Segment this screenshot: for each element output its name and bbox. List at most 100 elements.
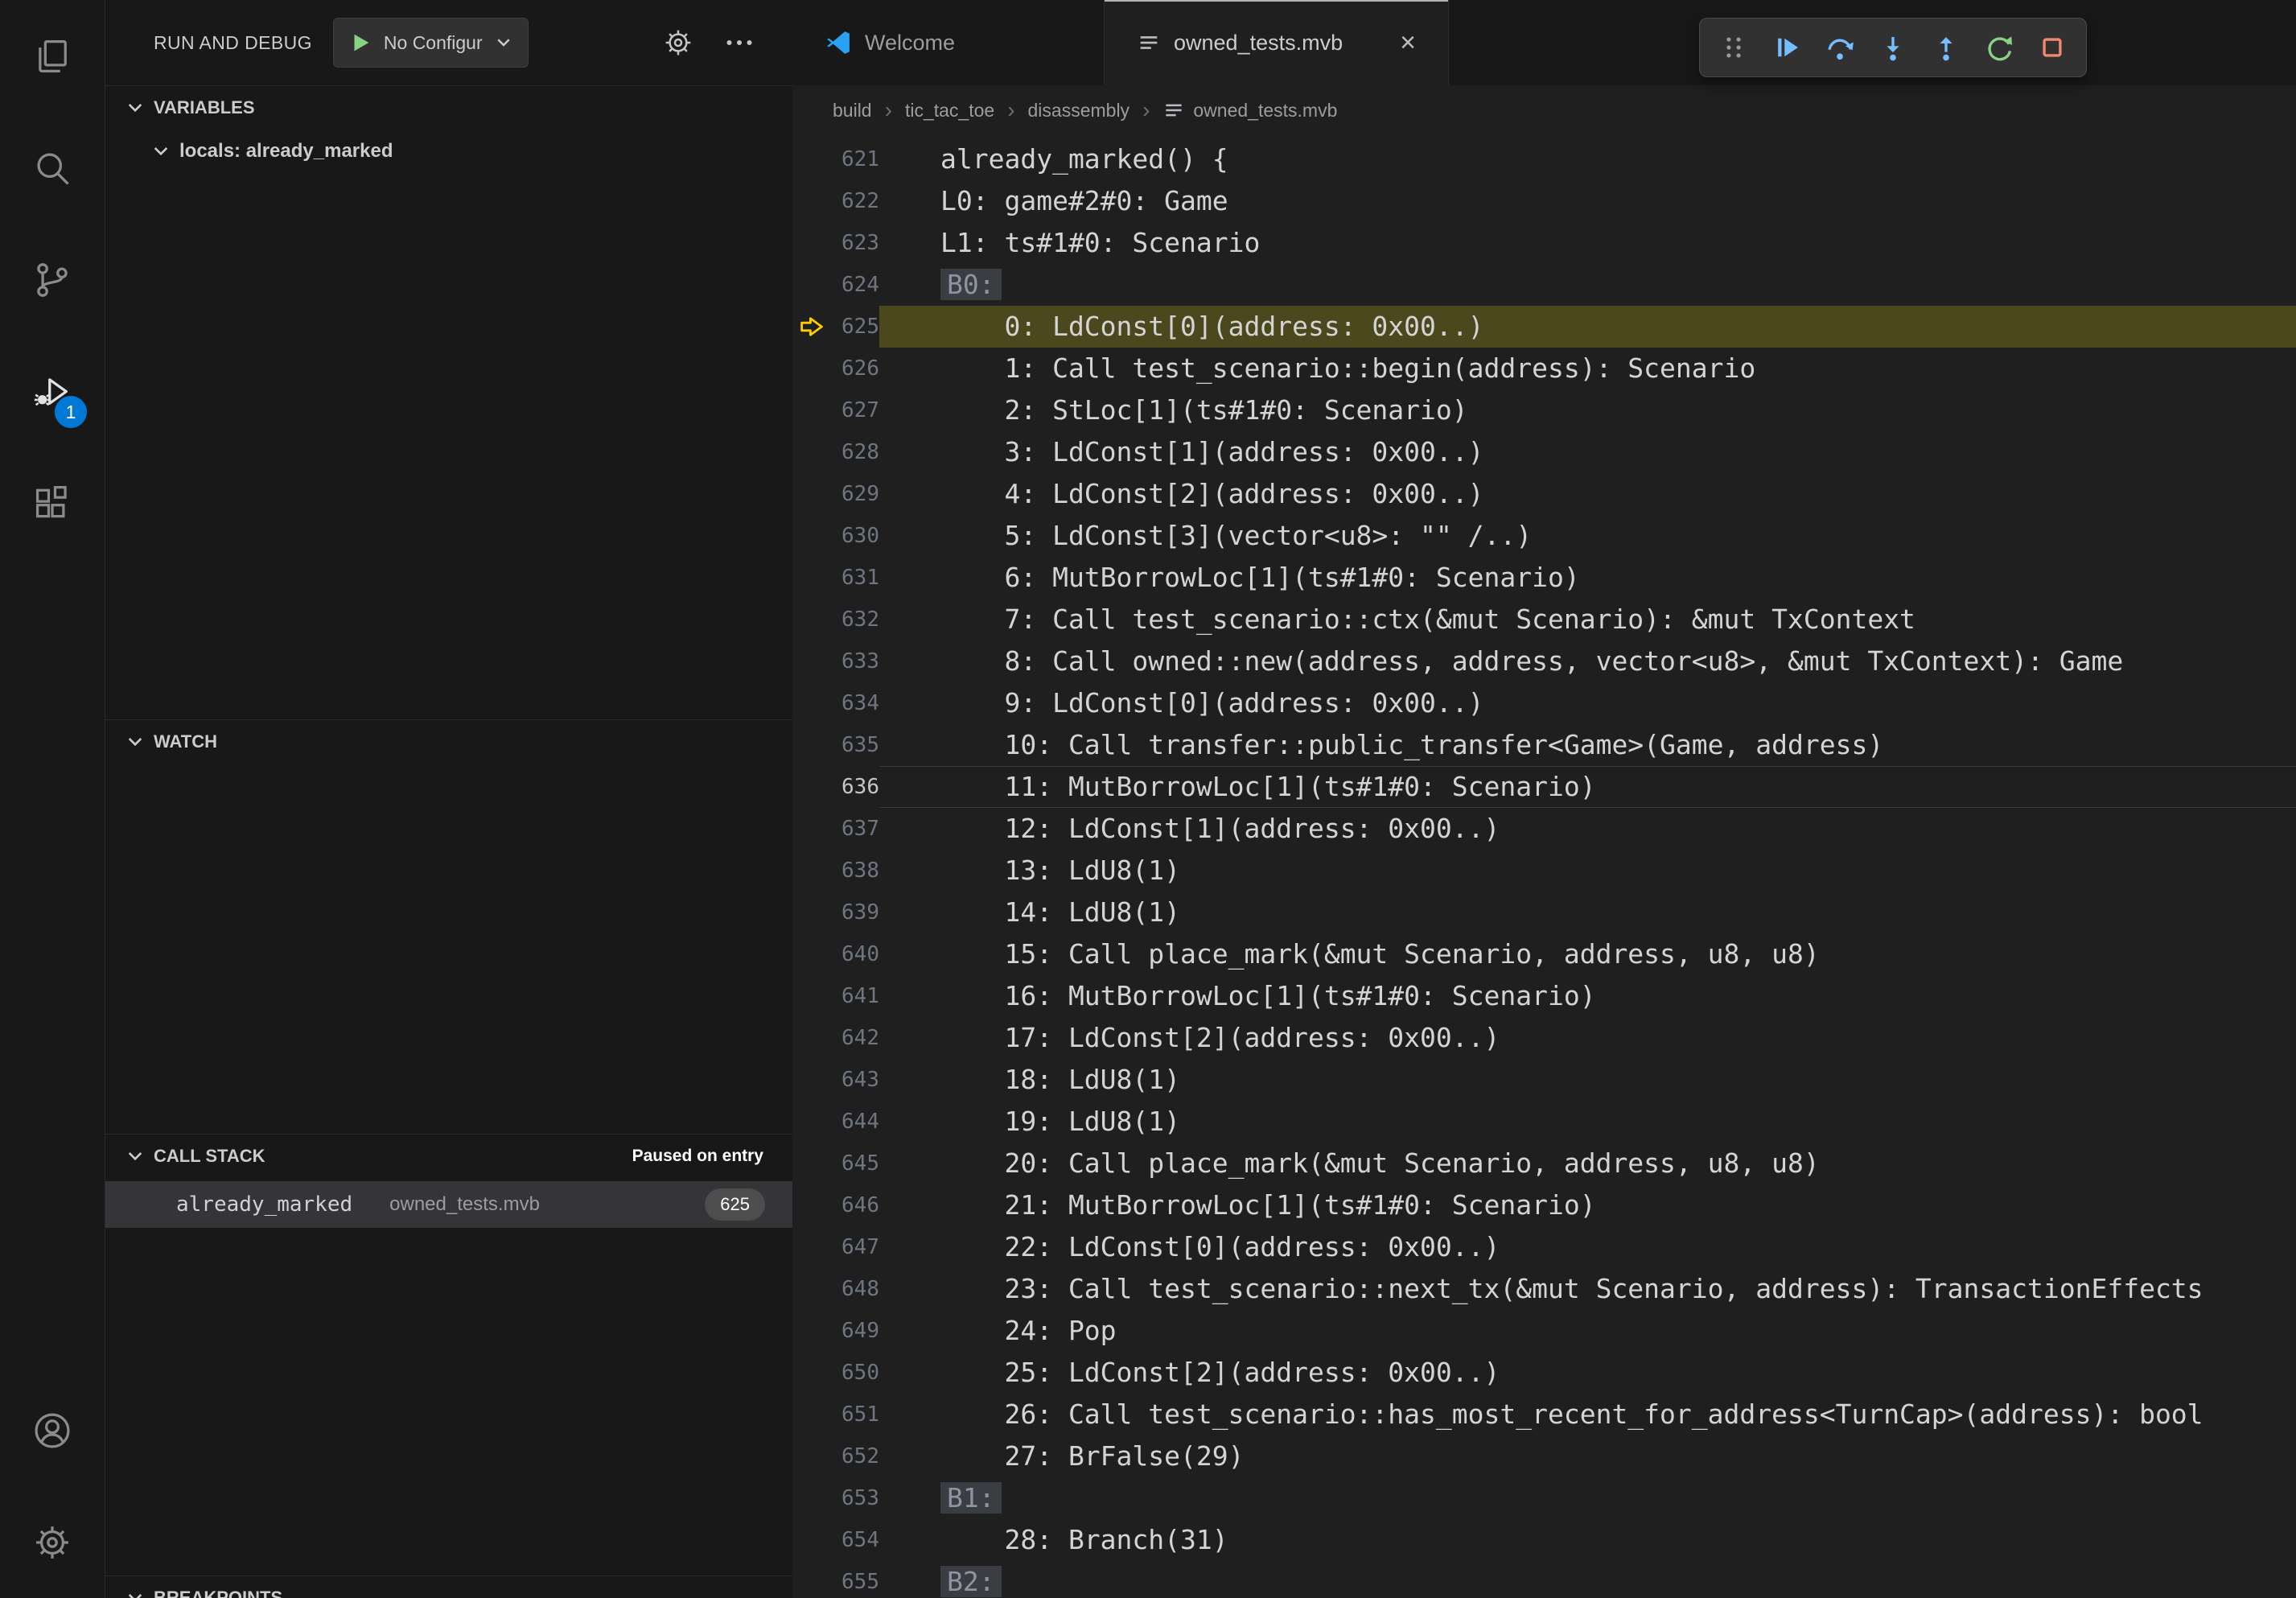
call-stack-section-header[interactable]: CALL STACK Paused on entry: [105, 1135, 792, 1178]
toolbar-drag-handle[interactable]: [1711, 25, 1756, 70]
line-number[interactable]: 652: [828, 1435, 879, 1477]
line-number[interactable]: 625: [828, 306, 879, 348]
code-line[interactable]: 644 19: LdU8(1): [792, 1101, 2296, 1143]
code-line[interactable]: 628 3: LdConst[1](address: 0x00..): [792, 431, 2296, 473]
line-number[interactable]: 650: [828, 1352, 879, 1394]
code-line[interactable]: 647 22: LdConst[0](address: 0x00..): [792, 1226, 2296, 1268]
line-number[interactable]: 642: [828, 1017, 879, 1059]
code-line[interactable]: 629 4: LdConst[2](address: 0x00..): [792, 473, 2296, 515]
line-number[interactable]: 646: [828, 1184, 879, 1226]
breadcrumb-item[interactable]: disassembly: [1028, 100, 1130, 121]
line-number[interactable]: 633: [828, 640, 879, 682]
account-button[interactable]: [0, 1374, 105, 1486]
code-line[interactable]: 653B1:: [792, 1477, 2296, 1519]
line-number[interactable]: 631: [828, 557, 879, 599]
line-number[interactable]: 645: [828, 1143, 879, 1184]
line-number[interactable]: 624: [828, 264, 879, 306]
breadcrumb-item[interactable]: tic_tac_toe: [905, 100, 994, 121]
code-line[interactable]: 645 20: Call place_mark(&mut Scenario, a…: [792, 1143, 2296, 1184]
settings-button[interactable]: [0, 1486, 105, 1598]
line-number[interactable]: 635: [828, 724, 879, 766]
line-number[interactable]: 627: [828, 389, 879, 431]
code-line[interactable]: 652 27: BrFalse(29): [792, 1435, 2296, 1477]
code-line[interactable]: 623L1: ts#1#0: Scenario: [792, 222, 2296, 264]
line-number[interactable]: 653: [828, 1477, 879, 1519]
code-line[interactable]: 631 6: MutBorrowLoc[1](ts#1#0: Scenario): [792, 557, 2296, 599]
code-line[interactable]: 622L0: game#2#0: Game: [792, 180, 2296, 222]
sidebar-item-source-control[interactable]: [0, 224, 105, 336]
line-number[interactable]: 643: [828, 1059, 879, 1101]
line-number[interactable]: 626: [828, 348, 879, 389]
tab-owned-tests[interactable]: owned_tests.mvb ×: [1105, 0, 1449, 85]
sidebar-item-run-and-debug[interactable]: 1: [0, 336, 105, 447]
line-number[interactable]: 640: [828, 933, 879, 975]
line-number[interactable]: 647: [828, 1226, 879, 1268]
code-line[interactable]: 641 16: MutBorrowLoc[1](ts#1#0: Scenario…: [792, 975, 2296, 1017]
code-line[interactable]: 626 1: Call test_scenario::begin(address…: [792, 348, 2296, 389]
step-over-button[interactable]: [1817, 25, 1862, 70]
line-number[interactable]: 632: [828, 599, 879, 640]
line-number[interactable]: 629: [828, 473, 879, 515]
gear-icon[interactable]: [662, 27, 694, 59]
line-number[interactable]: 623: [828, 222, 879, 264]
debug-config-picker[interactable]: No Configur: [333, 18, 529, 68]
line-number[interactable]: 641: [828, 975, 879, 1017]
code-line[interactable]: 640 15: Call place_mark(&mut Scenario, a…: [792, 933, 2296, 975]
code-line[interactable]: 635 10: Call transfer::public_transfer<G…: [792, 724, 2296, 766]
code-line[interactable]: 642 17: LdConst[2](address: 0x00..): [792, 1017, 2296, 1059]
code-line[interactable]: 639 14: LdU8(1): [792, 892, 2296, 933]
variables-section-header[interactable]: VARIABLES: [105, 86, 792, 130]
sidebar-item-search[interactable]: [0, 112, 105, 224]
line-number[interactable]: 634: [828, 682, 879, 724]
line-number[interactable]: 628: [828, 431, 879, 473]
tab-welcome[interactable]: Welcome: [792, 0, 1105, 85]
variables-scope-row[interactable]: locals: already_marked: [105, 130, 792, 173]
line-number[interactable]: 638: [828, 850, 879, 892]
line-number[interactable]: 654: [828, 1519, 879, 1561]
breadcrumb-item-file[interactable]: owned_tests.mvb: [1162, 99, 1337, 121]
code-line[interactable]: 649 24: Pop: [792, 1310, 2296, 1352]
code-line[interactable]: 648 23: Call test_scenario::next_tx(&mut…: [792, 1268, 2296, 1310]
sidebar-item-extensions[interactable]: [0, 447, 105, 559]
code-line[interactable]: 654 28: Branch(31): [792, 1519, 2296, 1561]
more-actions-icon[interactable]: [723, 27, 755, 59]
line-number[interactable]: 637: [828, 808, 879, 850]
restart-button[interactable]: [1977, 25, 2022, 70]
line-number[interactable]: 655: [828, 1561, 879, 1598]
line-number[interactable]: 621: [828, 138, 879, 180]
breadcrumb-item[interactable]: build: [833, 100, 872, 121]
code-line[interactable]: 638 13: LdU8(1): [792, 850, 2296, 892]
code-line[interactable]: 655B2:: [792, 1561, 2296, 1598]
code-line[interactable]: 625 0: LdConst[0](address: 0x00..): [792, 306, 2296, 348]
line-number[interactable]: 639: [828, 892, 879, 933]
code-line[interactable]: 646 21: MutBorrowLoc[1](ts#1#0: Scenario…: [792, 1184, 2296, 1226]
stop-button[interactable]: [2030, 25, 2075, 70]
code-line[interactable]: 621already_marked() {: [792, 138, 2296, 180]
start-debugging-icon[interactable]: [348, 31, 372, 55]
line-number[interactable]: 644: [828, 1101, 879, 1143]
code-line[interactable]: 624B0:: [792, 264, 2296, 306]
code-line[interactable]: 650 25: LdConst[2](address: 0x00..): [792, 1352, 2296, 1394]
code-line[interactable]: 633 8: Call owned::new(address, address,…: [792, 640, 2296, 682]
line-number[interactable]: 651: [828, 1394, 879, 1435]
code-line[interactable]: 634 9: LdConst[0](address: 0x00..): [792, 682, 2296, 724]
watch-section-header[interactable]: WATCH: [105, 720, 792, 764]
stack-frame-row[interactable]: already_marked owned_tests.mvb 625: [105, 1181, 792, 1228]
line-number[interactable]: 636: [828, 766, 879, 808]
code-line[interactable]: 627 2: StLoc[1](ts#1#0: Scenario): [792, 389, 2296, 431]
sidebar-item-explorer[interactable]: [0, 0, 105, 112]
continue-button[interactable]: [1764, 25, 1809, 70]
line-number[interactable]: 622: [828, 180, 879, 222]
close-icon[interactable]: ×: [1400, 29, 1416, 56]
step-into-button[interactable]: [1870, 25, 1915, 70]
line-number[interactable]: 649: [828, 1310, 879, 1352]
code-line[interactable]: 630 5: LdConst[3](vector<u8>: "" /..): [792, 515, 2296, 557]
code-line[interactable]: 632 7: Call test_scenario::ctx(&mut Scen…: [792, 599, 2296, 640]
code-line[interactable]: 637 12: LdConst[1](address: 0x00..): [792, 808, 2296, 850]
line-number[interactable]: 648: [828, 1268, 879, 1310]
breakpoints-section-header[interactable]: BREAKPOINTS: [105, 1576, 792, 1598]
line-number[interactable]: 630: [828, 515, 879, 557]
step-out-button[interactable]: [1924, 25, 1969, 70]
code-line[interactable]: 636 11: MutBorrowLoc[1](ts#1#0: Scenario…: [792, 766, 2296, 808]
code-line[interactable]: 651 26: Call test_scenario::has_most_rec…: [792, 1394, 2296, 1435]
